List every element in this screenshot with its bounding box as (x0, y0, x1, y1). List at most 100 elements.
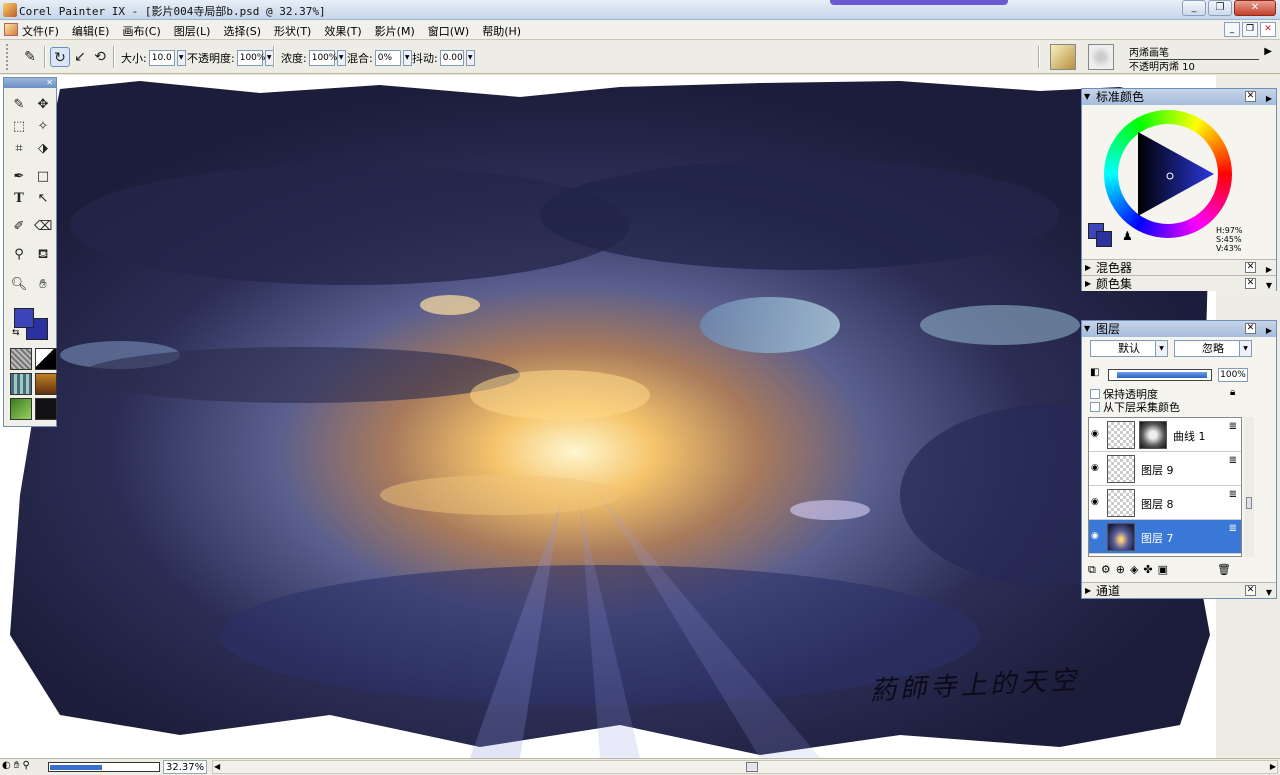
toolbox-color-well[interactable]: ⇆ (10, 306, 52, 342)
menu-select[interactable]: 选择(S) (223, 23, 261, 39)
saturation-value-triangle[interactable] (1118, 124, 1218, 224)
magnifier-icon[interactable]: 🔍︎ (10, 276, 28, 294)
pattern-library-icon[interactable] (10, 373, 32, 395)
layer-opacity-slider[interactable] (1108, 369, 1212, 381)
dynamic-plugins-icon[interactable]: ⚙ (1101, 563, 1111, 577)
scroll-thumb[interactable] (1246, 497, 1252, 509)
composite-depth-select[interactable]: 忽略 ▼ (1174, 340, 1252, 357)
menu-layers[interactable]: 图层(L) (174, 23, 211, 39)
rotate-page-icon[interactable]: ◐ (2, 760, 11, 771)
brush-variant-name[interactable]: 不透明丙烯 10 (1129, 58, 1195, 73)
close-icon[interactable]: ✕ (1245, 262, 1256, 273)
paper-library-icon[interactable] (10, 348, 32, 370)
rect-selection-icon[interactable]: ⬚ (10, 118, 28, 136)
grain-input[interactable]: 100% (308, 50, 337, 66)
paint-bucket-icon[interactable]: ⛾ (34, 246, 52, 264)
visibility-icon[interactable]: ◉ (1091, 497, 1099, 507)
channels-panel-header[interactable]: 通道 ✕ ▼ (1082, 582, 1276, 601)
main-color-swatch[interactable] (14, 308, 34, 328)
layer-commands-icon[interactable]: ⧉ (1088, 563, 1096, 577)
layers-scrollbar[interactable] (1244, 417, 1254, 557)
selection-adjuster-icon[interactable]: ⬗ (34, 140, 52, 158)
panel-secondary-color[interactable] (1096, 231, 1112, 247)
toolbar-grip[interactable] (6, 44, 10, 70)
lock-icon[interactable]: 🔒︎ (1230, 387, 1235, 398)
pen-icon[interactable]: ✒ (10, 168, 28, 186)
new-layer-icon[interactable]: ⊕ (1116, 563, 1125, 577)
restore-button[interactable]: ❐ (1208, 0, 1232, 16)
visibility-icon[interactable]: ◉ (1091, 463, 1099, 473)
rectangle-shape-icon[interactable]: □ (34, 168, 52, 186)
panel-menu-icon[interactable]: ▼ (1266, 585, 1272, 601)
opacity-input[interactable]: 100% (236, 50, 265, 66)
layers-panel-header[interactable]: 图层 ✕ ▶ (1082, 321, 1276, 337)
close-button[interactable]: ✕ (1234, 0, 1276, 16)
scroll-left-icon[interactable]: ◀ (214, 761, 220, 773)
eraser-icon[interactable]: ⌫ (34, 218, 52, 236)
reset-tool-icon[interactable]: ⟲ (90, 47, 110, 67)
straight-line-stroke-icon[interactable]: ↙ (70, 47, 90, 67)
visibility-icon[interactable]: ◉ (1091, 429, 1099, 439)
menu-edit[interactable]: 编辑(E) (72, 23, 110, 39)
grain-dropdown[interactable]: ▼ (336, 50, 346, 66)
dynamic-layer-icon[interactable]: ✤ (1143, 563, 1152, 577)
layer-mask-icon[interactable]: ◈ (1130, 563, 1138, 577)
nozzle-library-icon[interactable] (10, 398, 32, 420)
colors-panel-header[interactable]: 标准颜色 ✕ ▶ (1082, 89, 1276, 105)
panel-menu-icon[interactable]: ▶ (1266, 91, 1272, 107)
eyedropper-icon[interactable]: ⚲ (10, 246, 28, 264)
menu-effects[interactable]: 效果(T) (324, 23, 361, 39)
doc-minimize-button[interactable]: _ (1224, 22, 1240, 37)
brush-tool-icon[interactable]: ✎ (20, 47, 40, 67)
close-icon[interactable]: ✕ (1245, 91, 1256, 102)
trash-icon[interactable]: 🗑︎ (1217, 563, 1231, 577)
menu-file[interactable]: 文件(F) (22, 23, 59, 39)
crop-icon[interactable]: ⌗ (10, 140, 28, 158)
resat-input[interactable]: 0% (374, 50, 401, 66)
text-icon[interactable]: T (10, 190, 28, 208)
checkbox-box[interactable] (1090, 389, 1100, 399)
doc-restore-button[interactable]: ❐ (1242, 22, 1258, 37)
composite-method-select[interactable]: 默认 ▼ (1090, 340, 1168, 357)
play-arrow-icon[interactable]: ▶ (1264, 46, 1272, 57)
menu-window[interactable]: 窗口(W) (428, 23, 469, 39)
minimize-button[interactable]: _ (1182, 0, 1206, 16)
zoom-value[interactable]: 32.37% (163, 760, 207, 774)
panel-menu-icon[interactable]: ▼ (1266, 278, 1272, 294)
layer-opacity-input[interactable]: 100% (1218, 368, 1248, 382)
doc-close-button[interactable]: ✕ (1260, 22, 1276, 37)
menu-help[interactable]: 帮助(H) (482, 23, 521, 39)
zoom-slider[interactable] (48, 762, 160, 772)
layer-row[interactable]: ◉ 图层 8 ≣ (1089, 486, 1241, 520)
layer-row-selected[interactable]: ◉ 图层 7 ≣ (1089, 520, 1241, 554)
close-icon[interactable]: ✕ (1245, 278, 1256, 289)
painting-canvas[interactable] (0, 75, 1216, 758)
jitter-input[interactable]: 0.00 (439, 50, 464, 66)
adjust-icon[interactable]: ▣ (1158, 563, 1168, 577)
resat-dropdown[interactable]: ▼ (402, 50, 412, 66)
mixer-panel-header[interactable]: 混色器 ✕ ▶ (1082, 259, 1276, 276)
scroll-thumb[interactable] (746, 762, 758, 772)
dropper-icon[interactable]: ✐ (10, 218, 28, 236)
weaving-library-icon[interactable] (35, 373, 57, 395)
jitter-dropdown[interactable]: ▼ (465, 50, 475, 66)
horizontal-scrollbar[interactable]: ◀ ▶ (212, 760, 1278, 774)
panel-menu-icon[interactable]: ▶ (1266, 323, 1272, 339)
layer-row[interactable]: ◉ 图层 9 ≣ (1089, 452, 1241, 486)
close-icon[interactable]: ✕ (46, 78, 53, 88)
visibility-icon[interactable]: ◉ (1091, 531, 1099, 541)
color-wheel[interactable] (1104, 110, 1232, 238)
checkbox-box[interactable] (1090, 402, 1100, 412)
brush-category-icon[interactable] (1050, 44, 1076, 70)
menu-shapes[interactable]: 形状(T) (274, 23, 311, 39)
grabber-icon[interactable]: ✋︎ (14, 760, 20, 771)
close-icon[interactable]: ✕ (1245, 585, 1256, 596)
color-sets-panel-header[interactable]: 颜色集 ✕ ▼ (1082, 275, 1276, 294)
shape-selection-icon[interactable]: ↖ (34, 190, 52, 208)
layer-adjuster-icon[interactable]: ✥ (34, 96, 52, 114)
clone-color-icon[interactable]: ♟ (1122, 229, 1133, 243)
close-icon[interactable]: ✕ (1245, 323, 1256, 334)
brush-variant-icon[interactable] (1088, 44, 1114, 70)
menu-canvas[interactable]: 画布(C) (122, 23, 160, 39)
look-library-icon[interactable] (35, 398, 57, 420)
